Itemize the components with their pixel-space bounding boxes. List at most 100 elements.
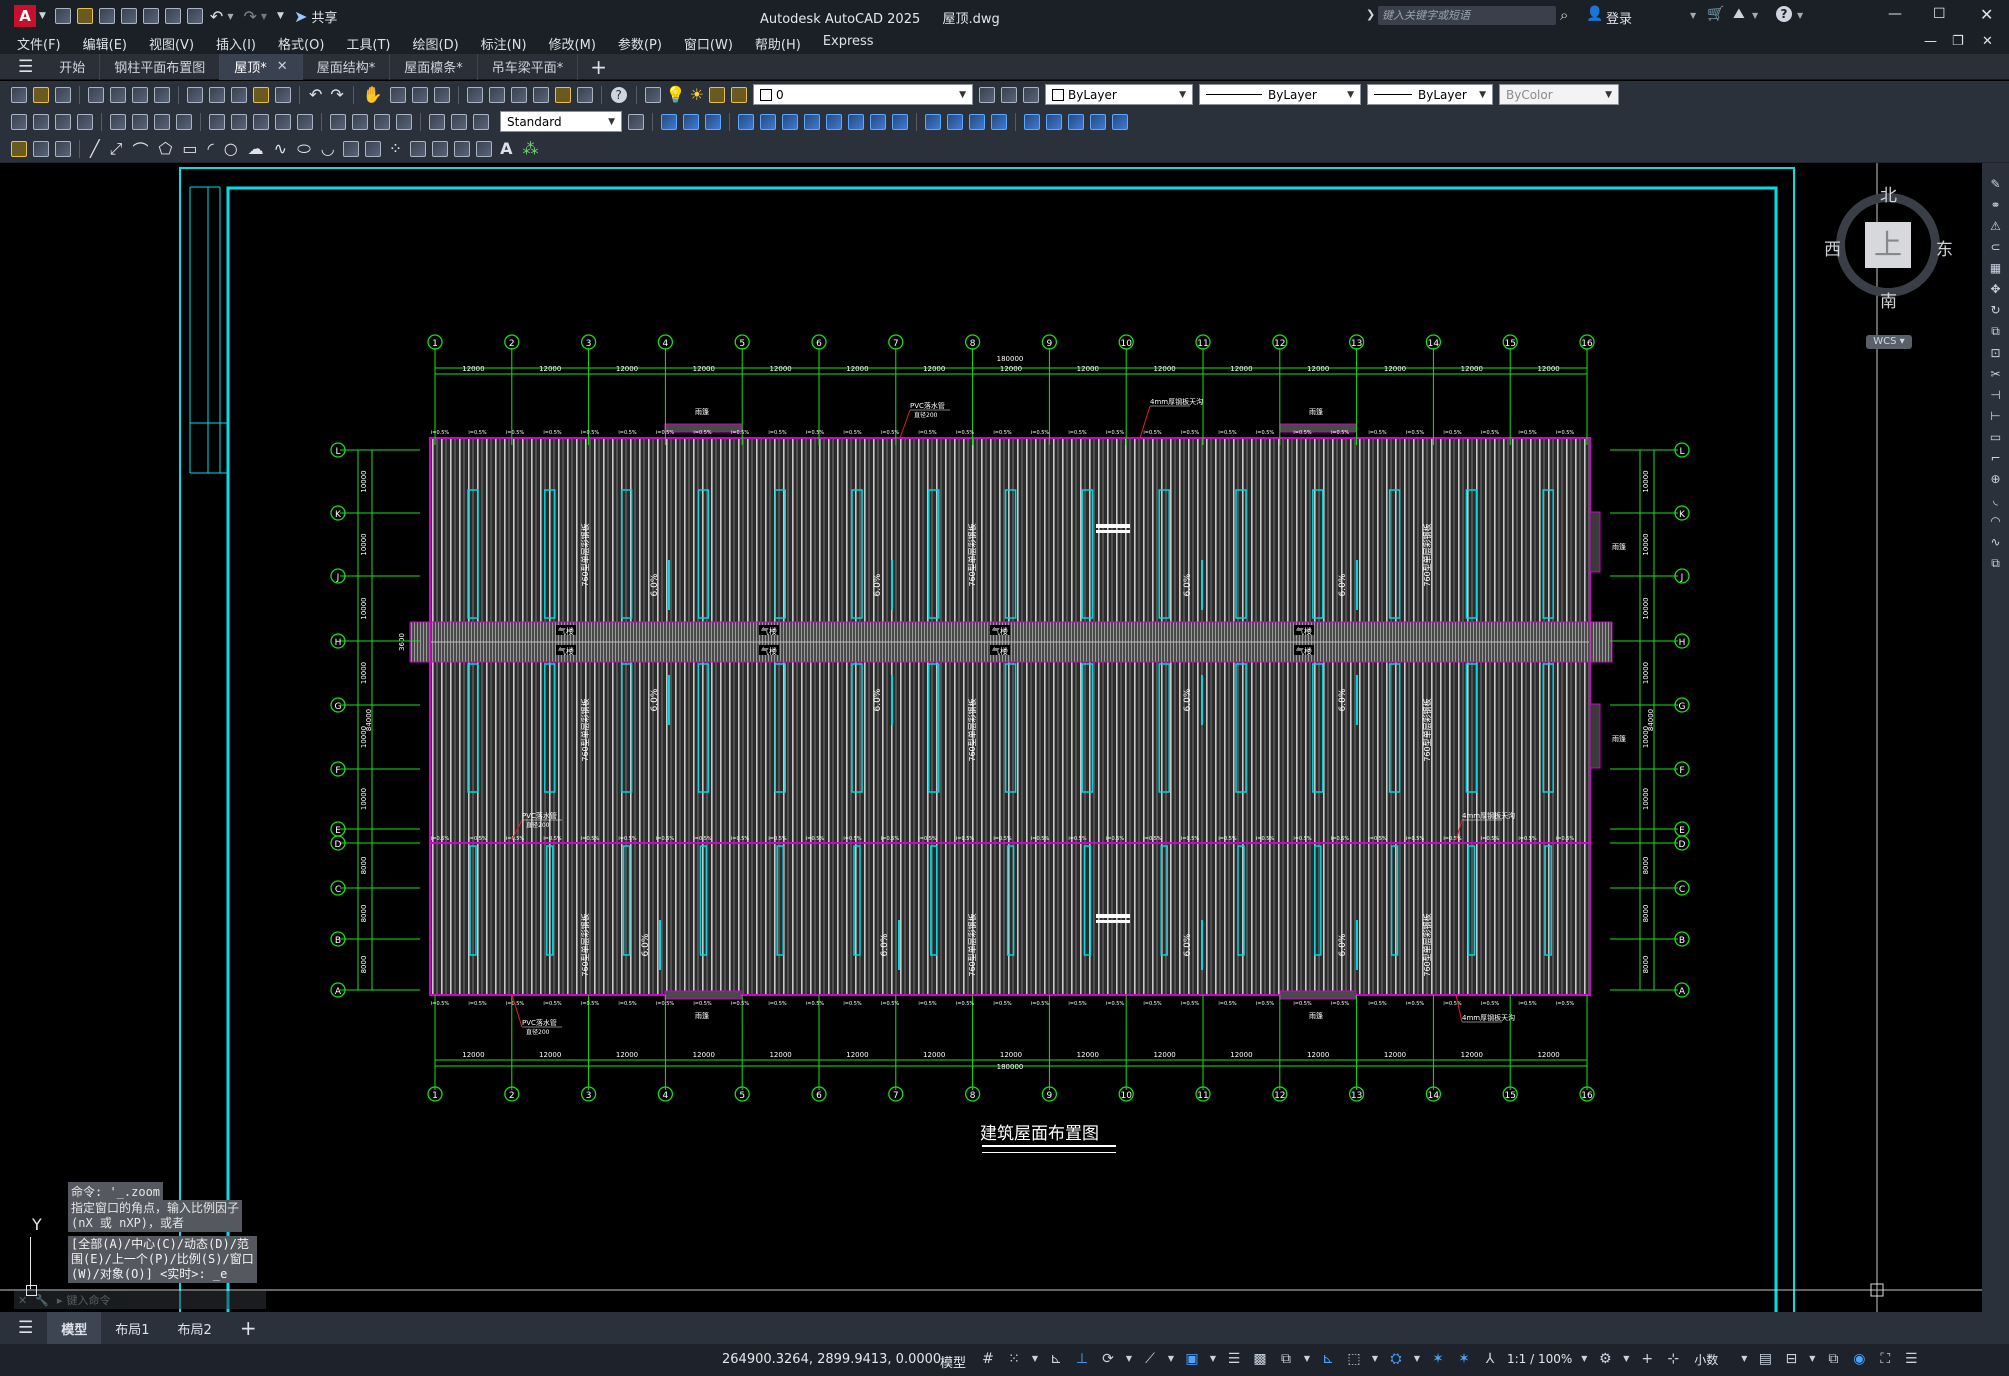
zoom-window-icon[interactable]	[411, 86, 428, 103]
design-center-icon[interactable]	[488, 86, 505, 103]
layer-freeze-icon[interactable]: ☀	[690, 85, 704, 104]
user-icon[interactable]: 👤	[1586, 6, 1603, 22]
document-tab[interactable]: 吊车梁平面*	[478, 53, 579, 80]
doc-close-icon[interactable]: ✕	[1982, 34, 1993, 49]
coordinates-readout[interactable]: 264900.3264, 2899.9413, 0.0000	[722, 1352, 941, 1367]
nav-tool-15-icon[interactable]: ⊕	[1990, 472, 2000, 486]
dim-update-icon[interactable]	[473, 113, 489, 130]
dim-style-icon[interactable]	[628, 113, 644, 130]
annotation-scale-icon[interactable]: ✶	[1455, 1350, 1473, 1368]
add-selected-icon[interactable]: ⁂	[523, 139, 539, 158]
markup-icon[interactable]	[554, 86, 571, 103]
properties-icon[interactable]	[466, 86, 483, 103]
snap-icon[interactable]: ⁙	[1005, 1350, 1023, 1368]
nav-tool-1-icon[interactable]: ✎	[1990, 177, 2000, 191]
command-settings-icon[interactable]: 🔧	[35, 1294, 49, 1307]
new-icon[interactable]	[54, 8, 71, 24]
undo-dropdown-icon[interactable]: ▼	[227, 12, 233, 21]
ortho-icon[interactable]: ⊥	[1073, 1350, 1091, 1368]
menu-item[interactable]: 标注(N)	[470, 34, 538, 53]
viewcube-east[interactable]: 东	[1936, 235, 1953, 260]
app-menu-chevron-icon[interactable]: ▼	[39, 11, 46, 21]
command-recent-icon[interactable]: ▸	[57, 1294, 63, 1307]
undo-icon[interactable]: ↶	[309, 85, 322, 104]
share-button[interactable]: 共享	[311, 7, 337, 26]
cart-icon[interactable]: 🛒	[1707, 6, 1724, 22]
zoom-previous-icon[interactable]	[433, 86, 450, 103]
dim-continue-icon[interactable]	[253, 113, 269, 130]
save-as-icon[interactable]	[120, 8, 137, 24]
a360-icon[interactable]: ⛰	[1733, 6, 1745, 22]
cut-icon[interactable]	[187, 86, 203, 103]
jog-line-icon[interactable]	[396, 113, 412, 130]
rectangle-icon[interactable]: ▭	[182, 139, 197, 158]
move-3d-icon[interactable]	[738, 113, 754, 130]
color-select[interactable]: ByLayer ▼	[1045, 84, 1193, 105]
search-icon[interactable]: ⌕	[1560, 6, 1568, 24]
search-expand-icon[interactable]: ❯	[1366, 8, 1375, 21]
menu-item[interactable]: 参数(P)	[607, 34, 673, 53]
redo-icon[interactable]: ↷	[243, 7, 256, 26]
dim-angular-icon[interactable]	[176, 113, 192, 130]
dim-break-icon[interactable]	[297, 113, 313, 130]
polar-dropdown-icon[interactable]: ▼	[1125, 1350, 1133, 1368]
workspace-icon[interactable]: ⚙	[1596, 1350, 1614, 1368]
nav-tool-10-icon[interactable]: ✂	[1990, 367, 2000, 381]
layer-on-icon[interactable]: 💡	[666, 85, 686, 104]
nav-tool-12-icon[interactable]: ⊢	[1990, 409, 2000, 423]
annotation-dropdown-icon[interactable]: ▼	[1413, 1350, 1421, 1368]
add-layout-icon[interactable]: +	[240, 1316, 257, 1340]
revcloud-icon[interactable]: ☁	[248, 139, 264, 158]
viewcube[interactable]: 上 北 南 西 东	[1824, 183, 1953, 312]
mirror-3d-icon[interactable]	[804, 113, 820, 130]
subtract-icon[interactable]	[1046, 113, 1062, 130]
zoom-realtime-icon[interactable]	[389, 86, 406, 103]
layer-unlock-icon[interactable]	[731, 86, 747, 103]
open-web-icon[interactable]	[142, 8, 159, 24]
units-icon[interactable]: ⊹	[1664, 1350, 1682, 1368]
document-tab[interactable]: 屋面檩条*	[390, 53, 478, 80]
nav-tool-4-icon[interactable]: ⊂	[1990, 240, 2000, 254]
layout-tab[interactable]: 布局2	[164, 1312, 226, 1344]
sweep-icon[interactable]	[969, 113, 985, 130]
layer-previous-icon[interactable]	[1001, 86, 1017, 103]
graphics-performance-icon[interactable]: ◉	[1850, 1350, 1868, 1368]
osnap-dropdown-icon[interactable]: ▼	[1209, 1350, 1217, 1368]
login-dropdown-icon[interactable]: ▼	[1690, 11, 1696, 20]
drawing-canvas[interactable]: 12000 12000 12000 12000 12000 12000 12000 12000…	[0, 163, 1982, 1312]
nav-tool-5-icon[interactable]: ▦	[1990, 261, 2001, 275]
circle-icon[interactable]: ○	[224, 139, 238, 158]
open-icon[interactable]	[33, 86, 49, 103]
menu-item[interactable]: 文件(F)	[6, 34, 72, 53]
block-editor-icon[interactable]	[275, 86, 291, 103]
xline-icon[interactable]: ⤢	[110, 139, 123, 159]
osnap-tracking-icon[interactable]: ▣	[1183, 1350, 1201, 1368]
dim-ordinate-icon[interactable]	[77, 113, 93, 130]
draw-tool-1-icon[interactable]	[11, 140, 27, 157]
viewcube-west[interactable]: 西	[1824, 235, 1841, 260]
dim-baseline-icon[interactable]	[231, 113, 247, 130]
clean-screen-icon[interactable]: ⛶	[1876, 1350, 1894, 1368]
menu-item[interactable]: 窗口(W)	[673, 34, 744, 53]
doc-minimize-icon[interactable]: —	[1924, 34, 1937, 49]
selection-dropdown-icon[interactable]: ▼	[1303, 1350, 1311, 1368]
nav-tool-2-icon[interactable]: ⚭	[1990, 198, 2000, 212]
point-icon[interactable]: ⁘	[389, 139, 402, 158]
redo-icon[interactable]: ↷	[330, 85, 343, 104]
dim-radius-icon[interactable]	[110, 113, 126, 130]
paste-icon[interactable]	[231, 86, 247, 103]
preview-icon[interactable]	[110, 86, 126, 103]
layer-properties-icon[interactable]	[644, 86, 661, 103]
undo-icon[interactable]: ↶	[210, 7, 223, 26]
document-tab[interactable]: 钢柱平面布置图	[100, 53, 221, 80]
copy-icon[interactable]	[209, 86, 225, 103]
dimstyle-select[interactable]: Standard ▼	[500, 111, 622, 132]
box-icon[interactable]	[848, 113, 864, 130]
nav-tool-11-icon[interactable]: ⊣	[1990, 388, 2000, 402]
gradient-icon[interactable]	[432, 140, 449, 157]
layout-tab[interactable]: 模型	[47, 1312, 102, 1344]
menu-item[interactable]: 插入(I)	[205, 34, 267, 53]
document-tab[interactable]: 屋顶* ✕	[220, 53, 303, 80]
plot-icon[interactable]	[88, 86, 104, 103]
dim-text-edit-icon[interactable]	[451, 113, 467, 130]
